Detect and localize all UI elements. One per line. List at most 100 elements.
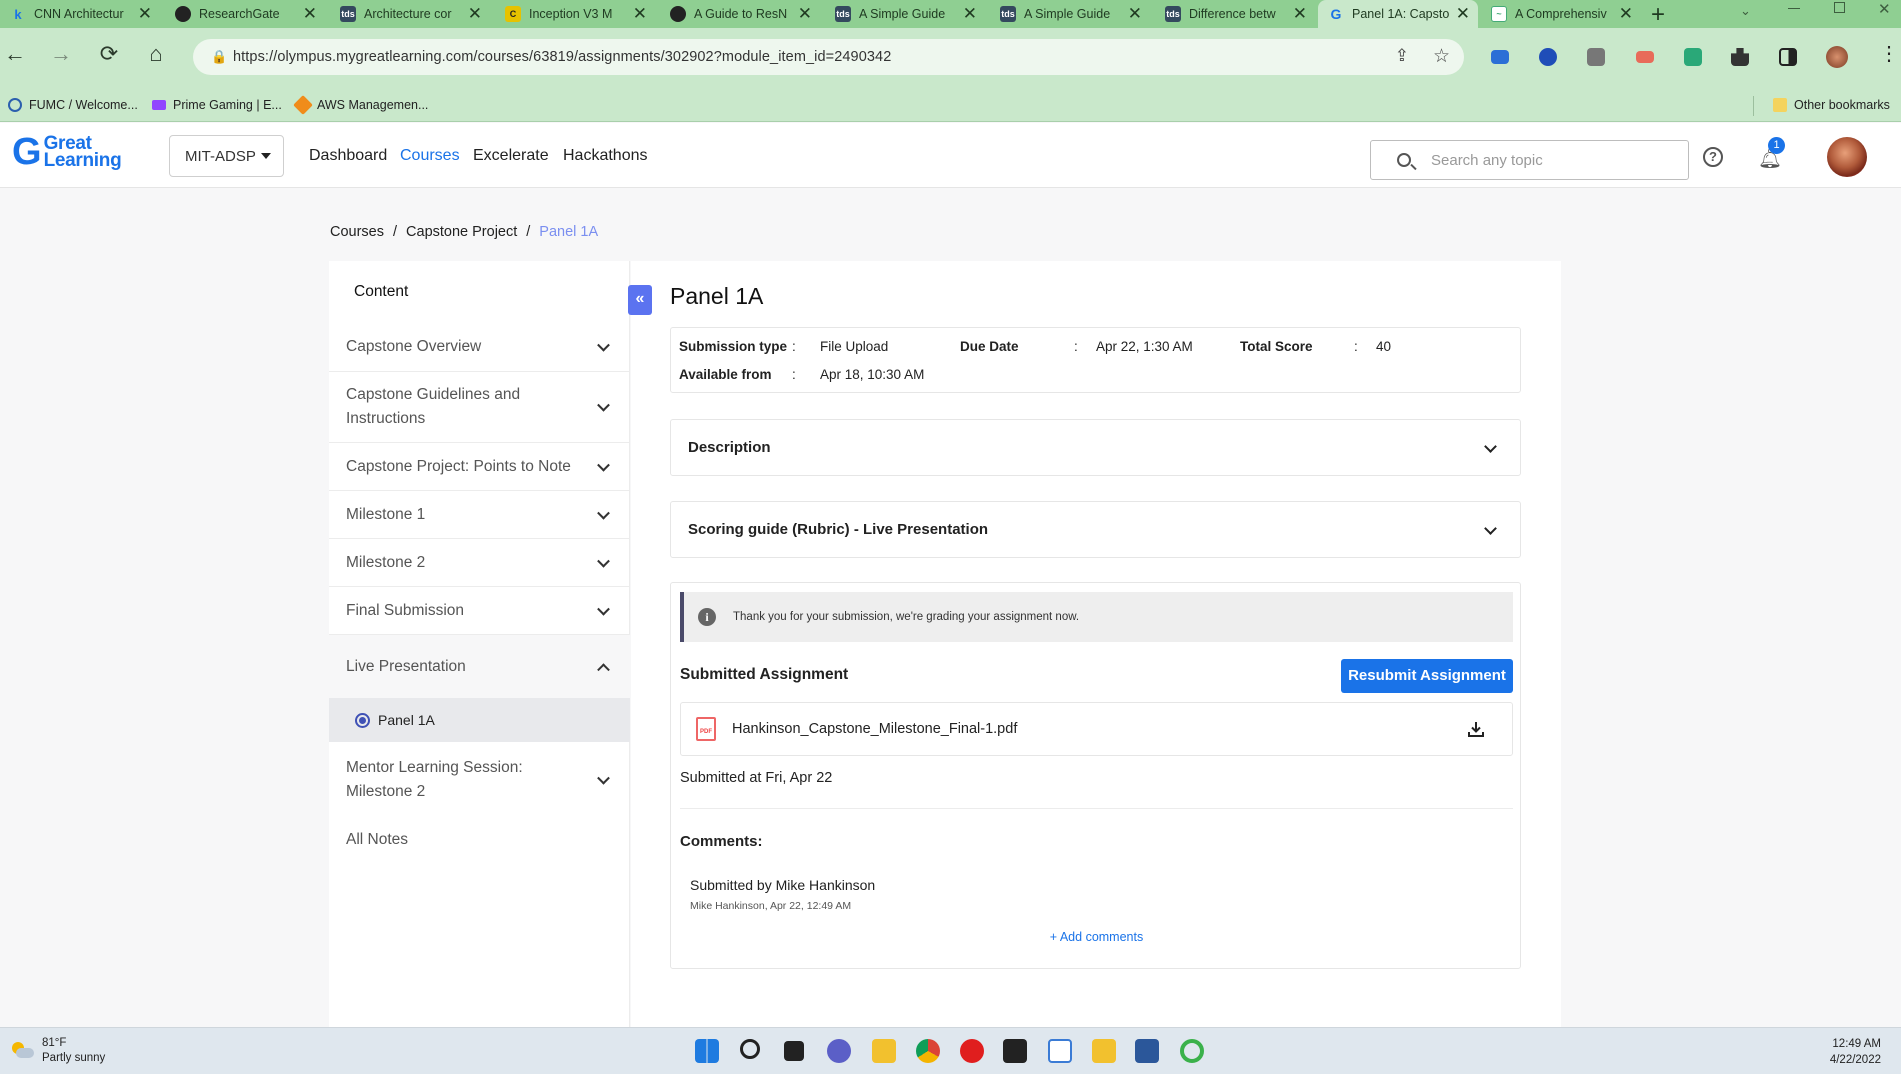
folder-icon[interactable] <box>1092 1039 1116 1063</box>
file-explorer-icon[interactable] <box>872 1039 896 1063</box>
extension-icon[interactable] <box>1636 51 1654 63</box>
forward-arrow-icon[interactable]: → <box>46 41 76 67</box>
browser-tab[interactable]: A Guide to ResN ✕ <box>660 0 820 28</box>
youtube-music-icon[interactable] <box>960 1039 984 1063</box>
nav-courses[interactable]: Courses <box>400 147 460 165</box>
comment-meta: Mike Hankinson, Apr 22, 12:49 AM <box>690 900 852 912</box>
side-panel-icon[interactable] <box>1779 48 1797 66</box>
submitted-file-row[interactable]: PDF Hankinson_Capstone_Milestone_Final-1… <box>680 702 1513 756</box>
address-bar[interactable]: 🔒 https://olympus.mygreatlearning.com/co… <box>193 39 1464 75</box>
clock-date: 4/22/2022 <box>1829 1054 1881 1066</box>
sidebar-item-capstone-overview[interactable]: Capstone Overview <box>329 323 630 371</box>
task-view-icon[interactable] <box>784 1041 804 1061</box>
sidebar-item-guidelines[interactable]: Capstone Guidelines and Instructions <box>329 371 630 442</box>
sidebar-item-milestone-2[interactable]: Milestone 2 <box>329 538 630 586</box>
url-text[interactable]: https://olympus.mygreatlearning.com/cour… <box>233 49 891 65</box>
browser-tab[interactable]: tds Architecture cor ✕ <box>330 0 490 28</box>
breadcrumb: Courses / Capstone Project / Panel 1A <box>330 224 598 240</box>
profile-avatar[interactable] <box>1826 46 1848 68</box>
submission-card: i Thank you for your submission, we're g… <box>670 582 1521 969</box>
browser-menu-icon[interactable]: ⋮ <box>1879 41 1899 66</box>
sidebar-item-points-to-note[interactable]: Capstone Project: Points to Note <box>329 442 630 490</box>
app-icon[interactable] <box>1180 1039 1204 1063</box>
tab-search-icon[interactable]: ⌄ <box>1740 3 1751 19</box>
user-avatar[interactable] <box>1827 137 1867 177</box>
close-tab-icon[interactable]: ✕ <box>963 5 977 23</box>
program-selector[interactable]: MIT-ADSP <box>169 135 284 177</box>
download-icon[interactable] <box>1467 720 1485 738</box>
browser-tab[interactable]: ResearchGate ✕ <box>165 0 325 28</box>
chevron-down-icon <box>597 554 610 568</box>
back-arrow-icon[interactable]: ← <box>0 41 30 67</box>
bookmark-item[interactable]: FUMC / Welcome... <box>8 98 138 112</box>
new-tab-button[interactable]: + <box>1651 1 1665 29</box>
close-window-icon[interactable]: ✕ <box>1878 0 1891 18</box>
browser-tab[interactable]: tds A Simple Guide ✕ <box>825 0 985 28</box>
system-clock[interactable]: 12:49 AM 4/22/2022 <box>1830 1036 1881 1068</box>
sidebar-item-mentor-session[interactable]: Mentor Learning Session: Milestone 2 <box>329 742 630 817</box>
nav-dashboard[interactable]: Dashboard <box>309 147 387 165</box>
sidebar-item-milestone-1[interactable]: Milestone 1 <box>329 490 630 538</box>
close-tab-icon[interactable]: ✕ <box>1619 5 1633 23</box>
search-input[interactable] <box>1431 151 1671 169</box>
word-icon[interactable] <box>1135 1039 1159 1063</box>
bookmark-item[interactable]: Prime Gaming | E... <box>152 98 282 112</box>
other-bookmarks[interactable]: Other bookmarks <box>1773 98 1890 112</box>
snipping-tool-icon[interactable] <box>1048 1039 1072 1063</box>
close-tab-icon[interactable]: ✕ <box>798 5 812 23</box>
collapse-sidebar-button[interactable]: « <box>628 285 652 315</box>
add-comments-link[interactable]: + Add comments <box>1050 930 1143 944</box>
close-tab-icon[interactable]: ✕ <box>138 5 152 23</box>
browser-tab[interactable]: k CNN Architectur ✕ <box>0 0 160 28</box>
close-tab-icon[interactable]: ✕ <box>1128 5 1142 23</box>
browser-tab[interactable]: tds Difference betw ✕ <box>1155 0 1315 28</box>
share-icon[interactable]: ⇪ <box>1395 46 1409 66</box>
file-name[interactable]: Hankinson_Capstone_Milestone_Final-1.pdf <box>732 721 1017 737</box>
browser-tab[interactable]: C Inception V3 M ✕ <box>495 0 655 28</box>
great-learning-logo[interactable]: G Great Learning <box>12 133 122 171</box>
weather-widget[interactable]: 81°F Partly sunny <box>10 1036 105 1066</box>
temperature: 81°F <box>42 1037 67 1049</box>
puzzle-icon[interactable] <box>1731 48 1749 66</box>
breadcrumb-courses[interactable]: Courses <box>330 224 384 240</box>
submission-type-label: Submission type <box>679 339 788 354</box>
sidebar-subitem-panel-1a[interactable]: Panel 1A <box>329 698 630 742</box>
sidebar-item-final-submission[interactable]: Final Submission <box>329 586 630 634</box>
close-tab-icon[interactable]: ✕ <box>1293 5 1307 23</box>
close-tab-icon[interactable]: ✕ <box>468 5 482 23</box>
minimize-icon[interactable] <box>1788 8 1800 9</box>
resubmit-assignment-button[interactable]: Resubmit Assignment <box>1341 659 1513 693</box>
close-tab-icon[interactable]: ✕ <box>1456 5 1470 23</box>
sidebar-item-live-presentation[interactable]: Live Presentation <box>329 634 630 698</box>
search-box[interactable] <box>1370 140 1689 180</box>
extension-icon[interactable] <box>1684 48 1702 66</box>
windows-start-icon[interactable] <box>695 1039 719 1063</box>
description-accordion[interactable]: Description <box>670 419 1521 476</box>
browser-tab[interactable]: ~ A Comprehensiv ✕ <box>1481 0 1641 28</box>
restore-icon[interactable] <box>1834 2 1845 13</box>
chrome-icon[interactable] <box>916 1039 940 1063</box>
browser-tab[interactable]: tds A Simple Guide ✕ <box>990 0 1150 28</box>
reload-icon[interactable]: ⟳ <box>94 41 124 67</box>
extension-icon[interactable] <box>1587 48 1605 66</box>
nav-hackathons[interactable]: Hackathons <box>563 147 648 165</box>
extension-icon[interactable] <box>1491 50 1509 64</box>
home-icon[interactable]: ⌂ <box>141 41 171 67</box>
terminal-icon[interactable] <box>1003 1039 1027 1063</box>
rubric-accordion[interactable]: Scoring guide (Rubric) - Live Presentati… <box>670 501 1521 558</box>
search-icon[interactable] <box>740 1039 760 1059</box>
breadcrumb-capstone-project[interactable]: Capstone Project <box>406 224 517 240</box>
breadcrumb-separator: / <box>393 224 398 240</box>
sidebar-item-all-notes[interactable]: All Notes <box>329 817 630 863</box>
bookmark-star-icon[interactable]: ☆ <box>1433 45 1450 68</box>
extension-icon[interactable] <box>1539 48 1557 66</box>
bookmark-item[interactable]: AWS Managemen... <box>293 95 428 115</box>
folder-icon <box>1773 98 1787 112</box>
help-icon[interactable]: ? <box>1703 147 1723 167</box>
teams-chat-icon[interactable] <box>827 1039 851 1063</box>
close-tab-icon[interactable]: ✕ <box>303 5 317 23</box>
grading-info-banner: i Thank you for your submission, we're g… <box>680 592 1513 642</box>
nav-excelerate[interactable]: Excelerate <box>473 147 549 165</box>
close-tab-icon[interactable]: ✕ <box>633 5 647 23</box>
browser-tab-active[interactable]: G Panel 1A: Capsto ✕ <box>1318 0 1478 28</box>
